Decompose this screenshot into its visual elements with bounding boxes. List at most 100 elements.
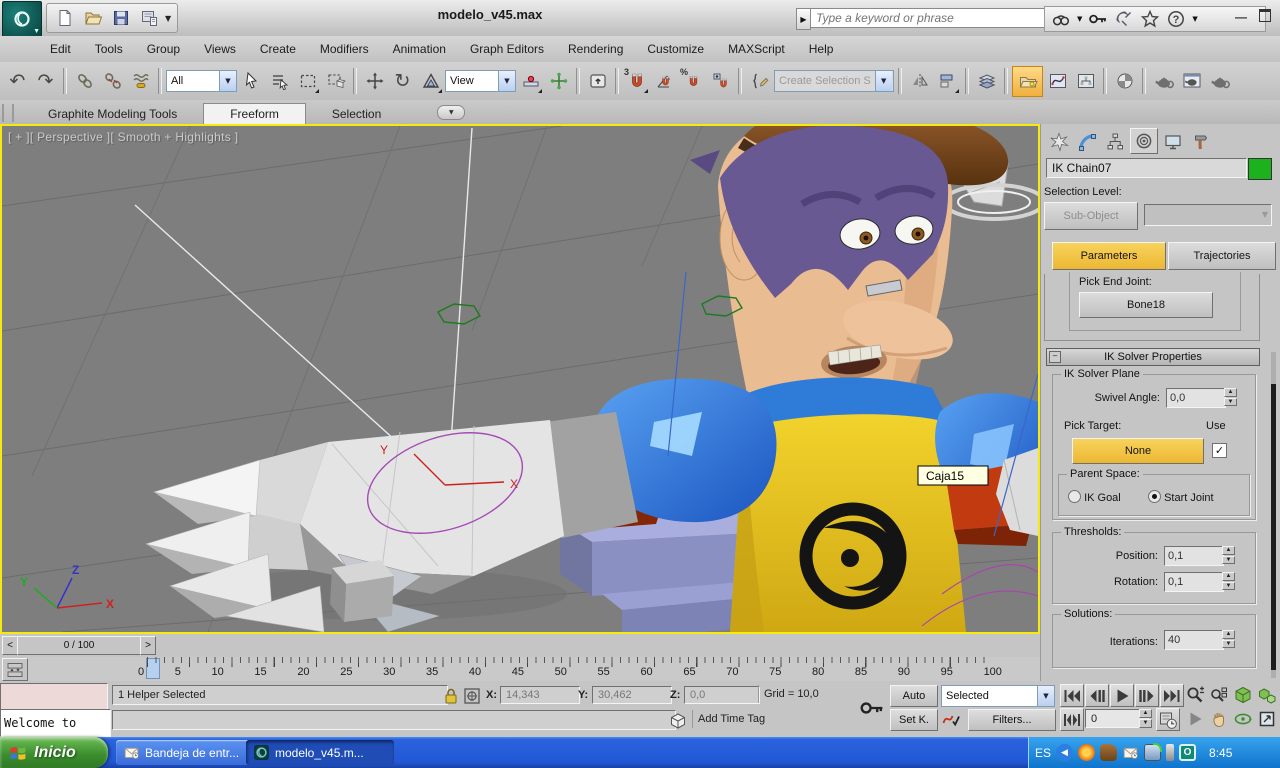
perspective-viewport[interactable]: X Y Caja15 Z Y X — [0, 124, 1040, 634]
open-mini-curve-editor-button[interactable] — [2, 658, 28, 681]
start-button[interactable]: Inicio — [0, 737, 108, 768]
new-scene-button[interactable] — [53, 6, 77, 30]
menu-item[interactable]: Graph Editors — [470, 42, 544, 56]
next-frame-arrow[interactable]: > — [140, 636, 156, 655]
rotation-threshold-field[interactable]: 0,1 — [1164, 572, 1224, 592]
unlink-selection-button[interactable] — [99, 67, 126, 95]
subscription-key-icon[interactable] — [1088, 9, 1108, 29]
qat-dropdown-icon[interactable]: ▼ — [165, 14, 171, 23]
menu-item[interactable]: Animation — [393, 42, 446, 56]
viewport-canvas[interactable]: X Y Caja15 Z Y X — [2, 126, 1038, 632]
motion-tab-icon[interactable] — [1130, 128, 1158, 154]
ribbon-tab-graphite[interactable]: Graphite Modeling Tools — [22, 104, 203, 124]
application-menu-button[interactable]: ▼ — [2, 1, 42, 37]
trajectories-tab-button[interactable]: Trajectories — [1168, 242, 1276, 270]
next-frame-button[interactable] — [1135, 684, 1159, 707]
maxscript-mini-listener-macro[interactable] — [0, 683, 108, 710]
open-file-button[interactable] — [81, 6, 105, 30]
edit-named-selection-sets-button[interactable] — [746, 67, 773, 95]
end-joint-button[interactable]: Bone18 — [1079, 292, 1213, 318]
favorites-star-icon[interactable] — [1140, 9, 1160, 29]
restore-button[interactable] — [1258, 8, 1272, 25]
menu-item[interactable]: Edit — [50, 42, 71, 56]
save-file-button[interactable] — [109, 6, 133, 30]
pan-hand-icon[interactable] — [1208, 708, 1230, 729]
schematic-view-button[interactable] — [1072, 67, 1099, 95]
position-threshold-field[interactable]: 0,1 — [1164, 546, 1224, 566]
object-name-field[interactable]: IK Chain07 — [1046, 158, 1247, 178]
snap-toggle-3d[interactable]: 3 — [623, 67, 650, 95]
key-filters-curve-icon[interactable] — [941, 709, 961, 729]
pick-target-none-button[interactable]: None — [1072, 438, 1204, 464]
language-indicator[interactable]: ES — [1035, 746, 1051, 760]
ik-solver-properties-rollout[interactable]: – IK Solver Properties — [1046, 348, 1260, 366]
ribbon-tab-selection[interactable]: Selection — [306, 104, 407, 124]
create-tab-icon[interactable] — [1046, 130, 1072, 154]
selection-lock-icon[interactable] — [441, 686, 461, 706]
z-coord-field[interactable]: 0,0 — [684, 686, 760, 704]
set-key-button[interactable]: Set K. — [890, 709, 938, 731]
align-button[interactable] — [934, 67, 961, 95]
ribbon-drag-grip[interactable] — [2, 104, 14, 122]
viewport-label[interactable]: [ + ][ Perspective ][ Smooth + Highlight… — [8, 130, 238, 144]
set-keys-key-icon[interactable] — [858, 689, 886, 727]
fov-icon[interactable] — [1184, 708, 1206, 729]
select-and-link-button[interactable] — [71, 67, 98, 95]
frame-spinner[interactable]: ▲ ▼ — [1139, 709, 1152, 728]
use-pivot-point-center-button[interactable] — [517, 67, 544, 95]
rendered-frame-window-button[interactable] — [1178, 67, 1205, 95]
filters-button[interactable]: Filters... — [968, 709, 1056, 731]
time-configuration-button[interactable] — [1156, 708, 1180, 731]
undo-button[interactable]: ↶ — [4, 67, 31, 95]
render-setup-button[interactable] — [1150, 67, 1177, 95]
named-selection-sets-dropdown[interactable]: Create Selection S ▼ — [774, 70, 894, 92]
select-by-name-button[interactable] — [266, 67, 293, 95]
position-spinner[interactable]: ▲ ▼ — [1222, 546, 1235, 564]
taskbar-task-3dsmax[interactable]: modelo_v45.m... — [246, 740, 394, 765]
zoom-viewport-icon[interactable] — [1184, 684, 1206, 705]
infocenter-expand-icon[interactable]: ▶ — [796, 8, 811, 30]
search-icon[interactable] — [1051, 9, 1071, 29]
keyboard-shortcut-override-toggle[interactable] — [584, 67, 611, 95]
add-time-tag-field[interactable]: Add Time Tag — [692, 710, 865, 728]
communication-center-icon[interactable] — [1114, 9, 1134, 29]
sub-object-button[interactable]: Sub-Object — [1044, 202, 1138, 230]
graphite-ribbon-toggle[interactable] — [1012, 65, 1043, 97]
help-icon[interactable] — [1166, 9, 1186, 29]
search-dropdown-icon[interactable]: ▼ — [1077, 15, 1082, 23]
maxscript-mini-listener[interactable]: Welcome to — [0, 709, 111, 737]
redo-button[interactable]: ↷ — [32, 67, 59, 95]
go-to-end-button[interactable] — [1160, 684, 1184, 707]
display-tab-icon[interactable] — [1160, 130, 1186, 154]
zoom-extents-all-icon[interactable] — [1256, 684, 1278, 705]
menu-item[interactable]: Group — [147, 42, 180, 56]
time-slider-handle[interactable]: 0 / 100 — [17, 636, 141, 655]
ribbon-tab-freeform[interactable]: Freeform — [203, 103, 306, 124]
tray-network-icon[interactable] — [1144, 743, 1163, 761]
iterations-field[interactable]: 40 — [1164, 630, 1224, 650]
menu-item[interactable]: Customize — [647, 42, 704, 56]
object-color-swatch[interactable] — [1248, 158, 1272, 180]
bind-to-space-warp-button[interactable] — [127, 67, 154, 95]
tray-device-icon[interactable] — [1166, 744, 1175, 761]
modify-tab-icon[interactable] — [1074, 130, 1100, 154]
previous-frame-button[interactable] — [1085, 684, 1109, 707]
parameters-tab-button[interactable]: Parameters — [1052, 242, 1166, 270]
menu-item[interactable]: Views — [204, 42, 236, 56]
swivel-angle-field[interactable]: 0,0 — [1166, 388, 1226, 408]
maximize-viewport-toggle-icon[interactable] — [1256, 708, 1278, 729]
layer-manager-button[interactable] — [973, 67, 1000, 95]
key-mode-toggle[interactable] — [1060, 708, 1084, 731]
menu-item[interactable]: Modifiers — [320, 42, 369, 56]
select-and-manipulate-button[interactable] — [545, 67, 572, 95]
window-crossing-toggle[interactable] — [322, 67, 349, 95]
sub-object-level-dropdown[interactable]: ▼ — [1144, 204, 1272, 226]
curve-editor-button[interactable] — [1044, 67, 1071, 95]
menu-item[interactable]: Help — [809, 42, 834, 56]
orbit-arc-rotate-icon[interactable] — [1232, 708, 1254, 729]
rotation-spinner[interactable]: ▲ ▼ — [1222, 572, 1235, 590]
time-tag-page-icon[interactable] — [668, 711, 688, 731]
tray-mail-icon[interactable] — [1122, 744, 1139, 761]
tray-collapse-icon[interactable]: ◀ — [1056, 744, 1074, 761]
taskbar-clock[interactable]: 8:45 — [1209, 746, 1232, 760]
